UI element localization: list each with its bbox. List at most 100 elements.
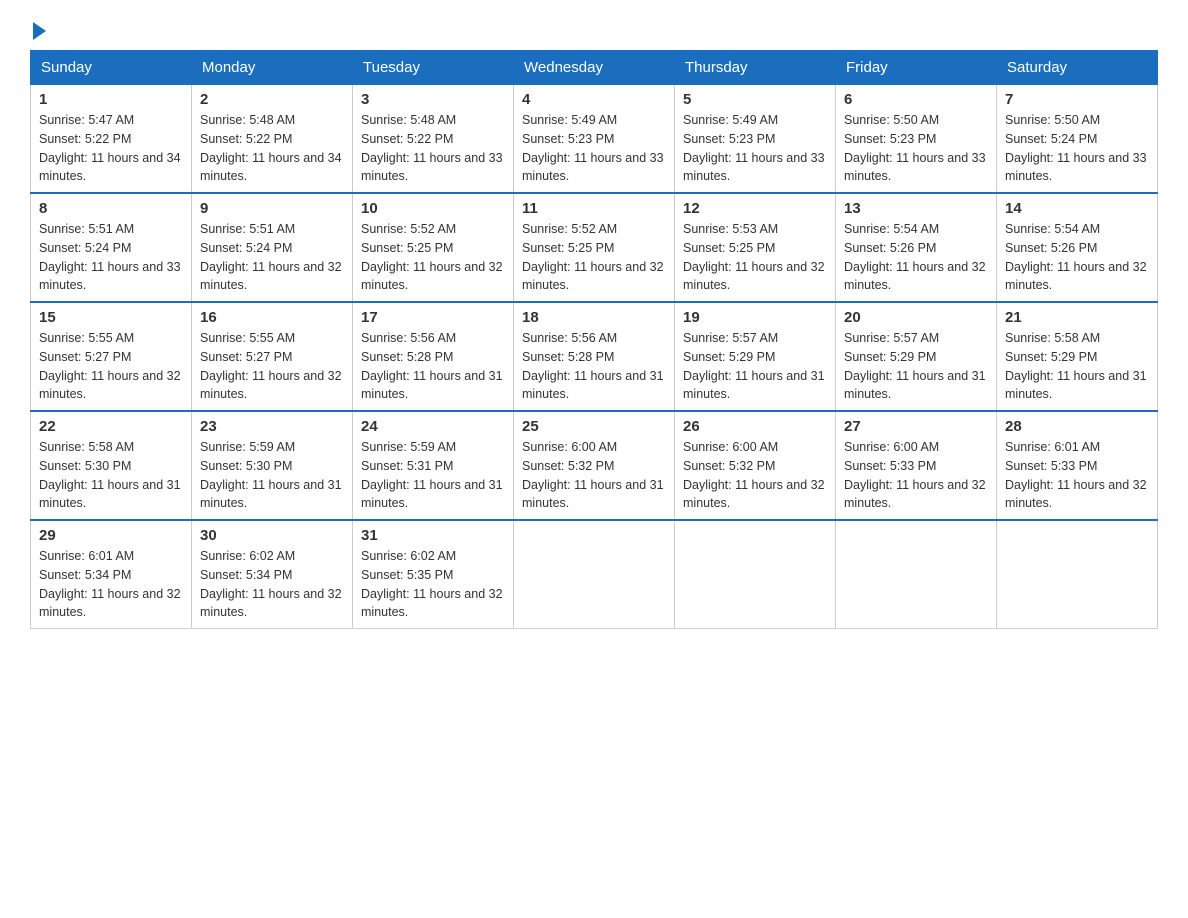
- calendar-day-cell: 30 Sunrise: 6:02 AMSunset: 5:34 PMDaylig…: [192, 520, 353, 629]
- calendar-day-cell: 23 Sunrise: 5:59 AMSunset: 5:30 PMDaylig…: [192, 411, 353, 520]
- day-info: Sunrise: 5:59 AMSunset: 5:30 PMDaylight:…: [200, 440, 342, 510]
- day-info: Sunrise: 6:02 AMSunset: 5:34 PMDaylight:…: [200, 549, 342, 619]
- day-info: Sunrise: 5:51 AMSunset: 5:24 PMDaylight:…: [39, 222, 181, 292]
- day-number: 28: [1005, 418, 1149, 435]
- calendar-day-cell: [514, 520, 675, 629]
- day-info: Sunrise: 5:48 AMSunset: 5:22 PMDaylight:…: [361, 113, 503, 183]
- calendar-day-cell: 2 Sunrise: 5:48 AMSunset: 5:22 PMDayligh…: [192, 85, 353, 194]
- weekday-header-row: SundayMondayTuesdayWednesdayThursdayFrid…: [31, 51, 1158, 85]
- calendar-day-cell: 11 Sunrise: 5:52 AMSunset: 5:25 PMDaylig…: [514, 193, 675, 302]
- calendar-day-cell: 7 Sunrise: 5:50 AMSunset: 5:24 PMDayligh…: [997, 85, 1158, 194]
- day-number: 25: [522, 418, 666, 435]
- day-info: Sunrise: 6:00 AMSunset: 5:33 PMDaylight:…: [844, 440, 986, 510]
- day-info: Sunrise: 5:56 AMSunset: 5:28 PMDaylight:…: [361, 331, 503, 401]
- calendar-week-row: 1 Sunrise: 5:47 AMSunset: 5:22 PMDayligh…: [31, 85, 1158, 194]
- weekday-header-tuesday: Tuesday: [353, 51, 514, 85]
- calendar-day-cell: 10 Sunrise: 5:52 AMSunset: 5:25 PMDaylig…: [353, 193, 514, 302]
- calendar-day-cell: 15 Sunrise: 5:55 AMSunset: 5:27 PMDaylig…: [31, 302, 192, 411]
- calendar-day-cell: [675, 520, 836, 629]
- day-info: Sunrise: 5:57 AMSunset: 5:29 PMDaylight:…: [683, 331, 825, 401]
- logo-arrow-icon: [33, 22, 46, 40]
- day-number: 11: [522, 200, 666, 217]
- page-header: [30, 20, 1158, 40]
- day-info: Sunrise: 5:57 AMSunset: 5:29 PMDaylight:…: [844, 331, 986, 401]
- calendar-day-cell: [836, 520, 997, 629]
- day-info: Sunrise: 6:00 AMSunset: 5:32 PMDaylight:…: [522, 440, 664, 510]
- calendar-day-cell: 25 Sunrise: 6:00 AMSunset: 5:32 PMDaylig…: [514, 411, 675, 520]
- calendar-table: SundayMondayTuesdayWednesdayThursdayFrid…: [30, 50, 1158, 629]
- day-info: Sunrise: 5:50 AMSunset: 5:23 PMDaylight:…: [844, 113, 986, 183]
- calendar-day-cell: 27 Sunrise: 6:00 AMSunset: 5:33 PMDaylig…: [836, 411, 997, 520]
- calendar-week-row: 29 Sunrise: 6:01 AMSunset: 5:34 PMDaylig…: [31, 520, 1158, 629]
- day-number: 19: [683, 309, 827, 326]
- day-number: 8: [39, 200, 183, 217]
- calendar-day-cell: 14 Sunrise: 5:54 AMSunset: 5:26 PMDaylig…: [997, 193, 1158, 302]
- calendar-day-cell: 13 Sunrise: 5:54 AMSunset: 5:26 PMDaylig…: [836, 193, 997, 302]
- calendar-day-cell: 31 Sunrise: 6:02 AMSunset: 5:35 PMDaylig…: [353, 520, 514, 629]
- day-number: 31: [361, 527, 505, 544]
- day-info: Sunrise: 5:47 AMSunset: 5:22 PMDaylight:…: [39, 113, 181, 183]
- weekday-header-saturday: Saturday: [997, 51, 1158, 85]
- day-info: Sunrise: 5:52 AMSunset: 5:25 PMDaylight:…: [361, 222, 503, 292]
- day-info: Sunrise: 5:58 AMSunset: 5:29 PMDaylight:…: [1005, 331, 1147, 401]
- day-number: 24: [361, 418, 505, 435]
- weekday-header-friday: Friday: [836, 51, 997, 85]
- day-number: 9: [200, 200, 344, 217]
- day-number: 6: [844, 91, 988, 108]
- day-number: 18: [522, 309, 666, 326]
- day-info: Sunrise: 6:01 AMSunset: 5:34 PMDaylight:…: [39, 549, 181, 619]
- calendar-day-cell: 16 Sunrise: 5:55 AMSunset: 5:27 PMDaylig…: [192, 302, 353, 411]
- day-number: 26: [683, 418, 827, 435]
- day-info: Sunrise: 5:49 AMSunset: 5:23 PMDaylight:…: [683, 113, 825, 183]
- day-number: 17: [361, 309, 505, 326]
- day-number: 1: [39, 91, 183, 108]
- day-info: Sunrise: 6:01 AMSunset: 5:33 PMDaylight:…: [1005, 440, 1147, 510]
- day-info: Sunrise: 5:54 AMSunset: 5:26 PMDaylight:…: [1005, 222, 1147, 292]
- day-number: 30: [200, 527, 344, 544]
- calendar-day-cell: 9 Sunrise: 5:51 AMSunset: 5:24 PMDayligh…: [192, 193, 353, 302]
- day-info: Sunrise: 5:51 AMSunset: 5:24 PMDaylight:…: [200, 222, 342, 292]
- calendar-day-cell: 12 Sunrise: 5:53 AMSunset: 5:25 PMDaylig…: [675, 193, 836, 302]
- calendar-day-cell: 19 Sunrise: 5:57 AMSunset: 5:29 PMDaylig…: [675, 302, 836, 411]
- calendar-week-row: 15 Sunrise: 5:55 AMSunset: 5:27 PMDaylig…: [31, 302, 1158, 411]
- day-number: 7: [1005, 91, 1149, 108]
- day-info: Sunrise: 5:49 AMSunset: 5:23 PMDaylight:…: [522, 113, 664, 183]
- day-info: Sunrise: 6:02 AMSunset: 5:35 PMDaylight:…: [361, 549, 503, 619]
- day-info: Sunrise: 5:55 AMSunset: 5:27 PMDaylight:…: [200, 331, 342, 401]
- weekday-header-sunday: Sunday: [31, 51, 192, 85]
- weekday-header-wednesday: Wednesday: [514, 51, 675, 85]
- day-info: Sunrise: 5:52 AMSunset: 5:25 PMDaylight:…: [522, 222, 664, 292]
- day-info: Sunrise: 5:56 AMSunset: 5:28 PMDaylight:…: [522, 331, 664, 401]
- day-number: 3: [361, 91, 505, 108]
- day-number: 27: [844, 418, 988, 435]
- day-info: Sunrise: 5:58 AMSunset: 5:30 PMDaylight:…: [39, 440, 181, 510]
- weekday-header-monday: Monday: [192, 51, 353, 85]
- day-number: 15: [39, 309, 183, 326]
- calendar-day-cell: 20 Sunrise: 5:57 AMSunset: 5:29 PMDaylig…: [836, 302, 997, 411]
- calendar-day-cell: 28 Sunrise: 6:01 AMSunset: 5:33 PMDaylig…: [997, 411, 1158, 520]
- day-number: 5: [683, 91, 827, 108]
- calendar-week-row: 22 Sunrise: 5:58 AMSunset: 5:30 PMDaylig…: [31, 411, 1158, 520]
- day-number: 23: [200, 418, 344, 435]
- day-info: Sunrise: 5:55 AMSunset: 5:27 PMDaylight:…: [39, 331, 181, 401]
- day-info: Sunrise: 5:48 AMSunset: 5:22 PMDaylight:…: [200, 113, 342, 183]
- day-number: 10: [361, 200, 505, 217]
- day-info: Sunrise: 5:59 AMSunset: 5:31 PMDaylight:…: [361, 440, 503, 510]
- day-number: 29: [39, 527, 183, 544]
- day-number: 14: [1005, 200, 1149, 217]
- day-number: 4: [522, 91, 666, 108]
- calendar-day-cell: [997, 520, 1158, 629]
- day-number: 16: [200, 309, 344, 326]
- day-number: 22: [39, 418, 183, 435]
- calendar-day-cell: 5 Sunrise: 5:49 AMSunset: 5:23 PMDayligh…: [675, 85, 836, 194]
- calendar-day-cell: 29 Sunrise: 6:01 AMSunset: 5:34 PMDaylig…: [31, 520, 192, 629]
- weekday-header-thursday: Thursday: [675, 51, 836, 85]
- day-number: 2: [200, 91, 344, 108]
- calendar-day-cell: 21 Sunrise: 5:58 AMSunset: 5:29 PMDaylig…: [997, 302, 1158, 411]
- day-number: 21: [1005, 309, 1149, 326]
- day-number: 12: [683, 200, 827, 217]
- calendar-day-cell: 18 Sunrise: 5:56 AMSunset: 5:28 PMDaylig…: [514, 302, 675, 411]
- day-number: 20: [844, 309, 988, 326]
- day-info: Sunrise: 5:54 AMSunset: 5:26 PMDaylight:…: [844, 222, 986, 292]
- calendar-day-cell: 26 Sunrise: 6:00 AMSunset: 5:32 PMDaylig…: [675, 411, 836, 520]
